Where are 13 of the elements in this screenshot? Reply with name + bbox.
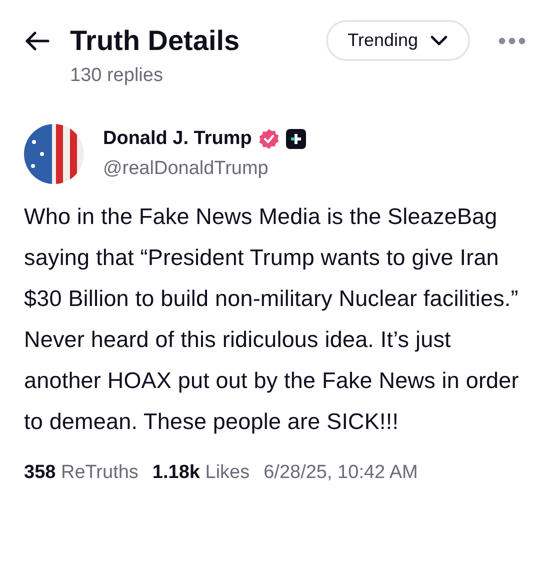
chevron-down-icon xyxy=(430,35,448,46)
sort-dropdown[interactable]: Trending xyxy=(326,20,470,61)
author-handle[interactable]: @realDonaldTrump xyxy=(103,158,306,180)
page-title: Truth Details xyxy=(70,24,240,56)
more-icon[interactable] xyxy=(498,36,526,44)
stat-count[interactable]: 358 ReTruths xyxy=(24,462,138,484)
author-name[interactable]: Donald J. Trump xyxy=(103,128,252,150)
post-text: Who in the Fake News Media is the SleazeBag saying that “President Trump wants to give Iran $30 Billion to build non-military Nuclear facilities.” Never heard of this ridiculous idea. It’s just another HOAX put out by the Fake News in order to demean. These people are SICK!!! xyxy=(24,203,520,436)
reply-count: 130 replies xyxy=(70,65,164,87)
post-timestamp: 6/28/25, 10:42 AM xyxy=(264,462,418,484)
back-arrow-icon[interactable] xyxy=(24,30,50,50)
plus-badge-icon xyxy=(286,129,306,149)
stat-count[interactable]: 1.18k Likes xyxy=(152,462,250,484)
